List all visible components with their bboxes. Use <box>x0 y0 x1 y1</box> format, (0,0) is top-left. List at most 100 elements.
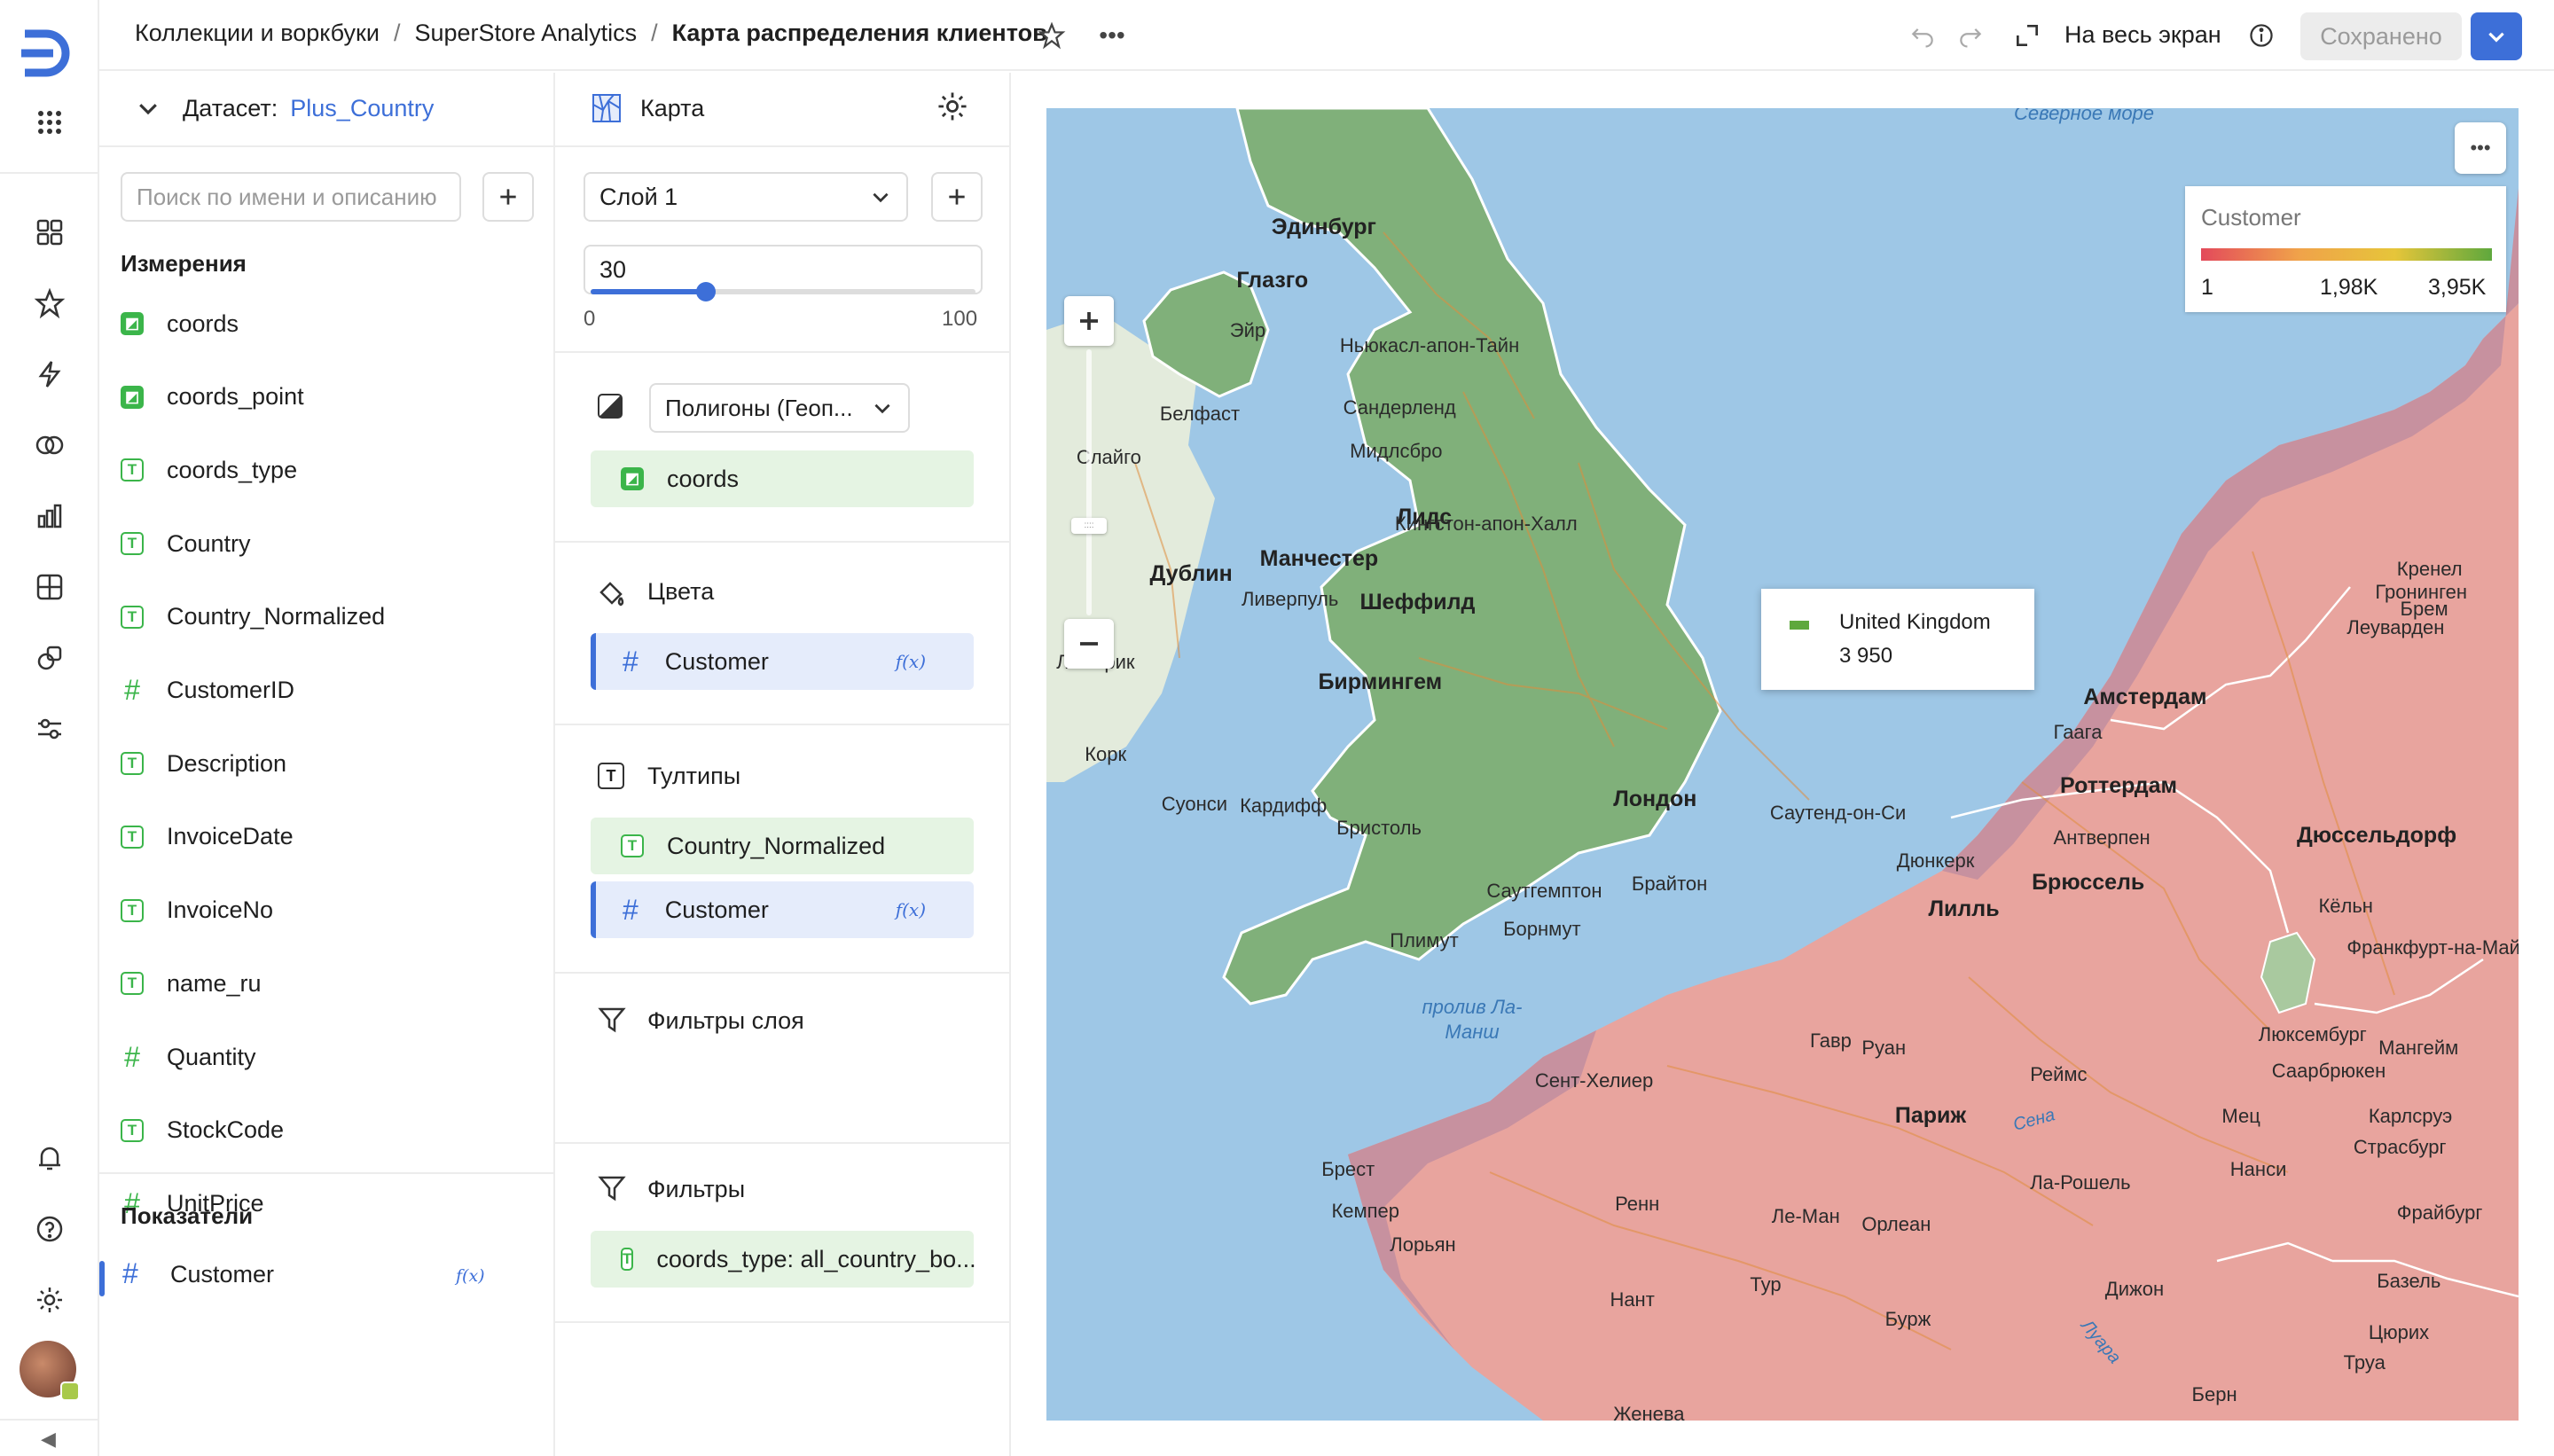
dimension-item[interactable]: T Description <box>121 741 286 786</box>
field-search-input[interactable]: Поиск по имени и описанию <box>121 172 461 222</box>
opacity-slider-thumb[interactable] <box>696 282 717 301</box>
city-label: Саутгемптон <box>1486 879 1602 902</box>
filter-chip[interactable]: T coords_type: all_country_bo... <box>591 1231 976 1288</box>
city-label: Борнмут <box>1503 918 1581 941</box>
filters-title: Фильтры <box>647 1176 746 1202</box>
map-icon <box>592 94 621 122</box>
map-menu-button[interactable]: ••• <box>2455 122 2506 174</box>
city-label: Кренел <box>2396 558 2463 581</box>
dimension-item[interactable]: T InvoiceDate <box>121 815 294 859</box>
saved-button[interactable]: Сохранено <box>2300 12 2462 60</box>
dimension-item[interactable]: Tcoords_type <box>121 448 297 492</box>
city-label: Женева <box>1613 1403 1685 1421</box>
dimension-item[interactable]: T Country_Normalized <box>121 595 385 639</box>
zoom-slider-track[interactable] <box>1086 349 1092 615</box>
city-label: Фрайбург <box>2396 1201 2483 1224</box>
save-options-dropdown-button[interactable] <box>2471 12 2522 60</box>
dimensions-title: Измерения <box>121 250 247 277</box>
reports-icon[interactable] <box>28 637 71 679</box>
viz-settings-gear-icon[interactable] <box>935 89 974 128</box>
city-label: Бристоль <box>1336 816 1422 839</box>
help-icon[interactable] <box>28 1208 71 1250</box>
dimension-item[interactable]: # Quantity <box>121 1035 255 1079</box>
map-canvas[interactable]: Северное море пролив Ла-Манш Сена Луара … <box>1046 108 2519 1421</box>
city-label: Гавр <box>1810 1029 1852 1053</box>
geo-field-chip[interactable]: ◩ coords <box>591 450 974 507</box>
add-field-button[interactable] <box>482 172 534 222</box>
fx-badge: f(x) <box>895 651 926 672</box>
measures-title: Показатели <box>121 1202 254 1229</box>
dimension-item[interactable]: ◩ coords <box>121 301 239 346</box>
fullscreen-label[interactable]: На весь экран <box>2064 21 2221 49</box>
zoom-slider-handle[interactable]: :::: <box>1071 518 1107 534</box>
city-label: Суонси <box>1161 793 1228 816</box>
city-label: Орлеан <box>1861 1212 1931 1235</box>
more-ellipsis-icon[interactable]: ••• <box>1094 18 1130 53</box>
dimension-item[interactable]: # CustomerID <box>121 669 294 713</box>
city-label: Глазго <box>1236 268 1309 293</box>
redo-icon[interactable] <box>1953 18 1988 53</box>
city-label: Эдинбург <box>1271 214 1376 239</box>
tooltip-field-chip[interactable]: # Customer f(x) <box>591 881 974 938</box>
fullscreen-icon[interactable] <box>2010 18 2045 53</box>
measure-item[interactable]: # Customer f(x) <box>99 1257 555 1314</box>
city-label: Реймс <box>2030 1062 2088 1085</box>
add-layer-button[interactable] <box>931 172 983 222</box>
geo-field-label: coords <box>667 465 740 492</box>
favorites-star-icon[interactable] <box>28 282 71 325</box>
number-field-icon: # <box>623 645 638 677</box>
collections-icon[interactable] <box>28 211 71 254</box>
section-divider <box>555 724 1011 725</box>
apps-grid-icon[interactable] <box>28 101 71 144</box>
dimension-item[interactable]: Tname_ru <box>121 961 262 1006</box>
dimension-item[interactable]: T StockCode <box>121 1108 284 1153</box>
geo-type-icon <box>598 394 623 419</box>
breadcrumb-workbook[interactable]: SuperStore Analytics <box>414 20 637 47</box>
settings-sliders-icon[interactable] <box>28 708 71 750</box>
info-icon[interactable] <box>2244 18 2279 53</box>
city-label: Мец <box>2221 1104 2260 1127</box>
app-logo[interactable] <box>18 25 80 78</box>
top-header: Коллекции и воркбуки / SuperStore Analyt… <box>99 0 2554 71</box>
layer-select-value: Слой 1 <box>599 183 678 210</box>
colors-field-chip[interactable]: # Customer f(x) <box>591 633 974 690</box>
breadcrumb-collections[interactable]: Коллекции и воркбуки <box>135 20 380 47</box>
dashboards-icon[interactable] <box>28 566 71 608</box>
charts-bar-icon[interactable] <box>28 495 71 537</box>
city-label: Брюссель <box>2032 869 2145 895</box>
dimension-item[interactable]: T InvoiceNo <box>121 888 273 933</box>
fx-badge: f(x) <box>895 899 926 920</box>
dimension-item[interactable]: T Country <box>121 521 251 566</box>
favorite-star-icon[interactable] <box>1034 18 1069 53</box>
collapse-arrow-icon[interactable]: ◀ <box>41 1428 56 1451</box>
opacity-input[interactable]: 30 <box>584 245 983 294</box>
chevron-down-icon[interactable] <box>135 95 161 121</box>
zoom-in-button[interactable] <box>1064 296 1114 346</box>
colors-field-label: Customer <box>664 647 769 675</box>
city-label: Саарбрюкен <box>2271 1060 2386 1082</box>
dimension-item[interactable]: ◩ coords_point <box>121 375 304 419</box>
breadcrumb: Коллекции и воркбуки / SuperStore Analyt… <box>135 20 1047 47</box>
connections-bolt-icon[interactable] <box>28 353 71 395</box>
tooltip-field-chip[interactable]: T Country_Normalized <box>591 818 974 874</box>
dimension-label: Country <box>167 529 251 557</box>
city-label: Руан <box>1861 1036 1907 1059</box>
city-label: Цюрих <box>2368 1321 2430 1344</box>
measure-label: Customer <box>170 1261 275 1288</box>
text-field-icon: T <box>121 458 144 482</box>
opacity-slider-fill <box>591 289 707 294</box>
undo-icon[interactable] <box>1905 18 1940 53</box>
datasets-rings-icon[interactable] <box>28 424 71 466</box>
city-label: Страсбург <box>2353 1136 2447 1159</box>
viz-type-selector[interactable]: Карта <box>591 90 704 126</box>
city-label: Сент-Хелиер <box>1534 1069 1654 1092</box>
layer-select[interactable]: Слой 1 <box>584 172 908 222</box>
zoom-out-button[interactable] <box>1064 619 1114 669</box>
legend-gradient-bar <box>2201 248 2492 261</box>
opacity-slider-track[interactable] <box>591 282 975 301</box>
settings-gear-icon[interactable] <box>28 1279 71 1321</box>
geo-type-select[interactable]: Полигоны (Геоп... <box>649 383 910 433</box>
dataset-name-link[interactable]: Plus_Country <box>290 95 434 122</box>
city-label: Нанси <box>2229 1157 2287 1180</box>
notifications-bell-icon[interactable] <box>28 1137 71 1179</box>
